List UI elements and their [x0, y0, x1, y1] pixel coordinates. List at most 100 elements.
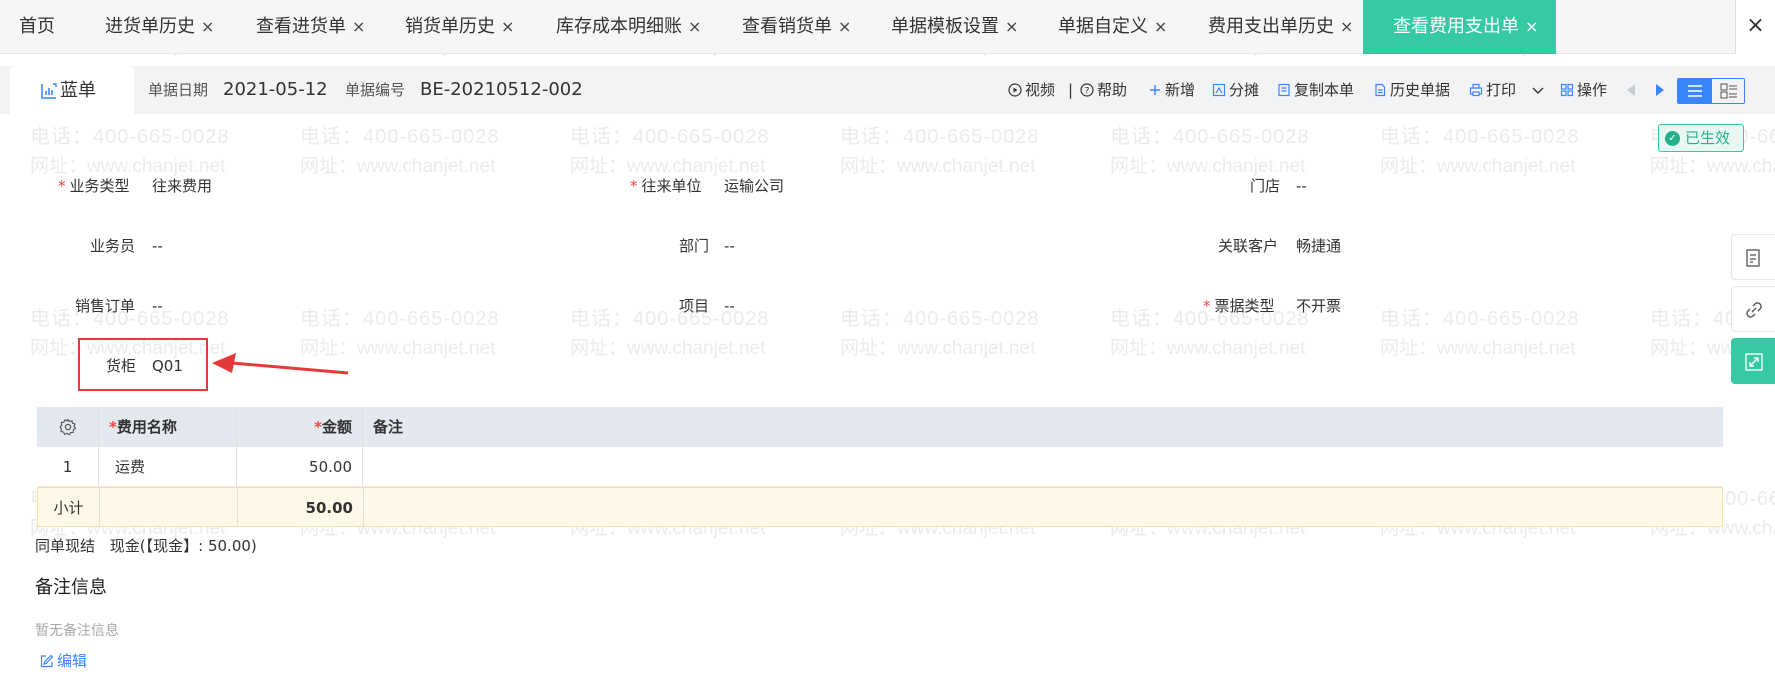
status-badge: ✓ 已生效: [1658, 124, 1744, 152]
watermark-text: 电话：400-665-0028网址：www.chanjet.net: [300, 126, 500, 177]
store-label: 门店: [1250, 177, 1281, 195]
tab-inventory-cost[interactable]: 库存成本明细账 ×: [556, 0, 701, 54]
add-button[interactable]: 新增: [1148, 66, 1195, 114]
project-label: 项目: [679, 297, 710, 315]
notes-empty: 暂无备注信息: [35, 623, 119, 639]
business-type-label: * 业务类型: [58, 177, 130, 195]
cabinet-highlight-box: [78, 338, 208, 391]
col-note: 备注: [373, 418, 404, 436]
watermark-text: 电话：400-665-0028网址：www.chanjet.net: [1110, 126, 1310, 177]
project-value[interactable]: --: [724, 296, 735, 316]
grid-icon: [1560, 83, 1574, 97]
table-row[interactable]: 1 运费 50.00: [37, 447, 1723, 487]
allocate-button[interactable]: 分摊: [1212, 66, 1259, 114]
close-icon[interactable]: ×: [1154, 17, 1167, 36]
next-arrow-icon[interactable]: [1654, 66, 1666, 114]
col-expense-name: *费用名称: [99, 407, 237, 447]
row-amount[interactable]: 50.00: [237, 447, 363, 486]
view-toggle: [1677, 78, 1745, 104]
allocate-icon: [1212, 83, 1226, 97]
plus-icon: [1150, 85, 1160, 95]
cash-settlement: 同单现结 现金(【现金】: 50.00): [35, 535, 257, 556]
tab-home[interactable]: 首页: [19, 0, 55, 54]
document-header: 蓝单 单据日期 2021-05-12 单据编号 BE-20210512-002 …: [0, 66, 1775, 114]
partner-value[interactable]: 运输公司: [724, 176, 784, 196]
related-customer-value[interactable]: 畅捷通: [1296, 236, 1341, 256]
close-icon[interactable]: ×: [1005, 17, 1018, 36]
doc-tab-label: 蓝单: [60, 80, 96, 101]
print-button[interactable]: 打印: [1469, 66, 1548, 114]
side-expand-button[interactable]: [1731, 338, 1775, 384]
copy-button[interactable]: 复制本单: [1277, 66, 1354, 114]
chart-icon: [41, 83, 57, 99]
link-icon: [1746, 302, 1762, 318]
toolbar-separator: |: [1068, 81, 1074, 99]
close-icon[interactable]: ×: [1340, 17, 1353, 36]
edit-notes-link[interactable]: 编辑: [40, 650, 87, 671]
date-value: 2021-05-12: [223, 79, 328, 100]
sales-order-value[interactable]: --: [152, 296, 163, 316]
side-link-button[interactable]: [1731, 286, 1775, 332]
close-icon[interactable]: ×: [501, 17, 514, 36]
play-icon: [1008, 83, 1022, 97]
doc-tab-blue[interactable]: 蓝单: [10, 66, 134, 114]
close-icon[interactable]: ×: [838, 17, 851, 36]
annotation-arrow: [212, 353, 349, 375]
help-button[interactable]: ? 帮助: [1080, 66, 1127, 114]
tab-view-sales[interactable]: 查看销货单 ×: [742, 0, 851, 54]
chevron-down-icon[interactable]: [1531, 83, 1545, 97]
department-label: 部门: [679, 237, 710, 255]
close-icon[interactable]: ×: [352, 17, 365, 36]
notes-title: 备注信息: [35, 577, 107, 598]
salesman-value[interactable]: --: [152, 236, 163, 256]
table-header: *费用名称 *金额 备注: [37, 407, 1723, 447]
edit-icon: [40, 654, 54, 668]
gear-icon[interactable]: [58, 418, 77, 436]
prev-arrow-icon[interactable]: [1625, 66, 1637, 114]
watermark-text: 电话：400-665-0028网址：www.chanjet.net: [570, 126, 770, 177]
number-label: 单据编号: [345, 81, 406, 99]
subtotal-amount: 50.00: [238, 488, 364, 526]
cash-settlement-value: 现金(【现金】: 50.00): [109, 537, 257, 555]
history-button[interactable]: 历史单据: [1373, 66, 1450, 114]
watermark-text: 电话：400-665-0028网址：www.chanjet.net: [840, 126, 1040, 177]
tab-view-expense[interactable]: 查看费用支出单 ×: [1363, 0, 1557, 54]
tab-template-settings[interactable]: 单据模板设置 ×: [891, 0, 1018, 54]
tab-sales-history[interactable]: 销货单历史 ×: [405, 0, 514, 54]
card-view-icon[interactable]: [1712, 79, 1746, 103]
tab-doc-custom[interactable]: 单据自定义 ×: [1058, 0, 1167, 54]
video-button[interactable]: 视频: [1008, 66, 1055, 114]
tab-purchase-history[interactable]: 进货单历史 ×: [105, 0, 214, 54]
department-value[interactable]: --: [724, 236, 735, 256]
col-amount: *金额: [237, 407, 363, 447]
watermark-text: 电话：400-665-0028网址：www.chanjet.net: [570, 308, 770, 359]
related-customer-label: 关联客户: [1218, 237, 1279, 255]
copy-icon: [1278, 83, 1290, 97]
partner-label: * 往来单位: [630, 177, 702, 195]
salesman-label: 业务员: [90, 237, 136, 255]
close-icon[interactable]: ×: [688, 17, 701, 36]
close-icon[interactable]: ×: [1525, 17, 1538, 36]
subtotal-note: [364, 488, 1724, 526]
table-settings[interactable]: [37, 407, 99, 447]
list-view-icon[interactable]: [1678, 79, 1712, 103]
invoice-type-value[interactable]: 不开票: [1296, 296, 1341, 316]
printer-icon: [1469, 83, 1483, 97]
store-value[interactable]: --: [1296, 176, 1307, 196]
tab-view-purchase[interactable]: 查看进货单 ×: [256, 0, 365, 54]
close-all-icon[interactable]: ×: [1735, 0, 1775, 54]
watermark-text: 电话：400-665-0028网址：www.chanjet.net: [1380, 126, 1580, 177]
close-icon[interactable]: ×: [201, 17, 214, 36]
document-icon: [1375, 83, 1386, 97]
tab-expense-history[interactable]: 费用支出单历史 ×: [1208, 0, 1353, 54]
subtotal-row: 小计 50.00: [37, 487, 1723, 527]
row-note[interactable]: [363, 447, 1723, 486]
business-type-value[interactable]: 往来费用: [152, 176, 212, 196]
side-form-button[interactable]: [1731, 234, 1775, 280]
subtotal-label: 小计: [38, 488, 100, 526]
operate-button[interactable]: 操作: [1560, 66, 1607, 114]
watermark-text: 电话：400-665-0028网址：www.chanjet.net: [1380, 308, 1580, 359]
svg-text:?: ?: [1085, 87, 1090, 97]
row-expense-name[interactable]: 运费: [99, 447, 237, 486]
tab-bar: 首页 进货单历史 × 查看进货单 × 销货单历史 × 库存成本明细账 × 查看销货单 × …: [0, 0, 1775, 54]
